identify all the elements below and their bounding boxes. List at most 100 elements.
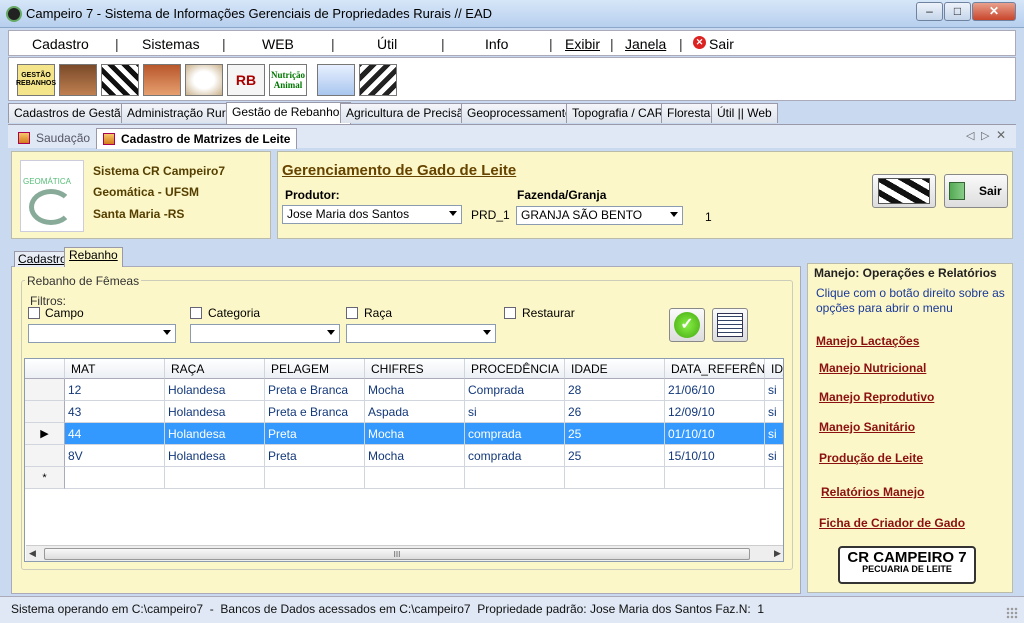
femeas-group-label: Rebanho de Fêmeas	[25, 274, 142, 288]
raca-label: Raça	[364, 306, 393, 320]
col-pelagem[interactable]: PELAGEM	[265, 359, 365, 379]
row-header[interactable]	[25, 401, 65, 423]
sair-button[interactable]: Sair	[944, 174, 1008, 208]
produtor-label: Produtor:	[285, 188, 340, 202]
raca-select[interactable]	[346, 324, 496, 343]
chicken-icon[interactable]	[185, 64, 223, 96]
col-id[interactable]: ID_	[765, 359, 783, 379]
link-manejo-sanitario[interactable]: Manejo Sanitário	[819, 420, 915, 434]
new-row-header[interactable]: *	[25, 467, 65, 489]
link-manejo-reprodutivo[interactable]: Manejo Reprodutivo	[819, 390, 934, 404]
categoria-checkbox[interactable]	[190, 307, 202, 319]
link-ficha-criador[interactable]: Ficha de Criador de Gado	[819, 516, 965, 530]
org-panel: GEOMÁTICA Sistema CR Campeiro7 Geomática…	[11, 151, 271, 239]
tab-topografia-car[interactable]: Topografia / CAR	[566, 103, 670, 123]
horizontal-scrollbar[interactable]: ◀ III ▶	[26, 545, 783, 561]
org-line-1: Sistema CR Campeiro7	[93, 164, 226, 178]
close-button[interactable]: ✕	[972, 2, 1016, 21]
network-icon[interactable]	[317, 64, 355, 96]
holstein-icon[interactable]	[359, 64, 397, 96]
tab-scroll-left-icon[interactable]: ◁	[966, 129, 974, 142]
scroll-left-icon[interactable]: ◀	[29, 548, 36, 559]
tab-agricultura-de-precisao[interactable]: Agricultura de Precisão	[340, 103, 477, 123]
link-producao-de-leite[interactable]: Produção de Leite	[819, 451, 923, 465]
subtab-cadastro[interactable]: Cadastro	[14, 251, 71, 267]
nutricao-animal-button[interactable]: Nutrição Animal	[269, 64, 307, 96]
pig-icon[interactable]	[143, 64, 181, 96]
tab-gestao-de-rebanhos[interactable]: Gestão de Rebanhos	[226, 102, 352, 124]
report-button[interactable]	[712, 308, 748, 342]
scroll-right-icon[interactable]: ▶	[774, 548, 781, 559]
col-data-referencia[interactable]: DATA_REFERÊNCIA	[665, 359, 765, 379]
scroll-thumb[interactable]: III	[44, 548, 750, 560]
maximize-button[interactable]: □	[944, 2, 971, 21]
fazenda-number: 1	[705, 210, 712, 224]
link-relatorios-manejo[interactable]: Relatórios Manejo	[821, 485, 924, 499]
tab-close-icon[interactable]: ✕	[996, 128, 1006, 142]
menu-exibir[interactable]: Exibir	[565, 36, 600, 52]
col-chifres[interactable]: CHIFRES	[365, 359, 465, 379]
tab-administracao-rural[interactable]: Administração Rural	[121, 103, 242, 123]
restaurar-checkbox[interactable]	[504, 307, 516, 319]
rb-icon[interactable]: RB	[227, 64, 265, 96]
fazenda-label: Fazenda/Granja	[517, 188, 607, 202]
minimize-button[interactable]: –	[916, 2, 943, 21]
cattle-beef-icon[interactable]	[59, 64, 97, 96]
geomatica-logo: GEOMÁTICA	[20, 160, 84, 232]
col-procedencia[interactable]: PROCEDÊNCIA	[465, 359, 565, 379]
col-mat[interactable]: MAT	[65, 359, 165, 379]
menu-util[interactable]: Útil	[377, 36, 397, 52]
form-icon	[103, 133, 115, 145]
menu-cadastro[interactable]: Cadastro	[32, 36, 89, 52]
matrizes-grid: MAT RAÇA PELAGEM CHIFRES PROCEDÊNCIA IDA…	[24, 358, 784, 562]
exit-icon: ✕	[693, 36, 706, 49]
cow-photo-button[interactable]	[872, 174, 936, 208]
toolbar: GESTÃO REBANHOS RB Nutrição Animal	[8, 57, 1016, 101]
campo-checkbox[interactable]	[28, 307, 40, 319]
tab-cadastros-de-gestao[interactable]: Cadastros de Gestão	[8, 103, 134, 123]
document-tabs: Saudação Cadastro de Matrizes de Leite ◁…	[8, 124, 1016, 149]
tab-util-web[interactable]: Útil || Web	[711, 103, 778, 123]
tab-geoprocessamento[interactable]: Geoprocessamento	[461, 103, 578, 123]
sidebar-hint: Clique com o botão direito sobre as opçõ…	[816, 286, 1005, 315]
produtor-select[interactable]: Jose Maria dos Santos	[282, 205, 462, 224]
sidebar-title: Manejo: Operações e Relatórios	[814, 266, 997, 280]
dairy-cow-icon[interactable]	[101, 64, 139, 96]
campo-select[interactable]	[28, 324, 176, 343]
fazenda-select[interactable]: GRANJA SÃO BENTO	[516, 206, 683, 225]
check-icon: ✓	[674, 312, 700, 338]
restaurar-label: Restaurar	[522, 306, 575, 320]
tab-scroll-right-icon[interactable]: ▷	[981, 129, 989, 142]
org-line-2: Geomática - UFSM	[93, 185, 200, 199]
menu-web[interactable]: WEB	[262, 36, 294, 52]
col-raca[interactable]: RAÇA	[165, 359, 265, 379]
link-manejo-lactacoes[interactable]: Manejo Lactações	[816, 334, 919, 348]
header-panel: Gerenciamento de Gado de Leite Produtor:…	[277, 151, 1013, 239]
org-line-3: Santa Maria -RS	[93, 207, 185, 221]
row-header[interactable]	[25, 379, 65, 401]
raca-checkbox[interactable]	[346, 307, 358, 319]
row-header[interactable]	[25, 445, 65, 467]
campo-label: Campo	[45, 306, 84, 320]
apply-filter-button[interactable]: ✓	[669, 308, 705, 342]
menu-janela[interactable]: Janela	[625, 36, 666, 52]
categoria-select[interactable]	[190, 324, 340, 343]
col-idade[interactable]: IDADE	[565, 359, 665, 379]
status-bar: Sistema operando em C:\campeiro7 - Banco…	[0, 596, 1024, 623]
doctab-cadastro-matrizes[interactable]: Cadastro de Matrizes de Leite	[96, 128, 298, 149]
menu-info[interactable]: Info	[485, 36, 508, 52]
menu-bar: Cadastro | Sistemas | WEB | Útil | Info …	[8, 30, 1016, 56]
link-manejo-nutricional[interactable]: Manejo Nutricional	[819, 361, 926, 375]
gestao-rebanhos-button[interactable]: GESTÃO REBANHOS	[16, 64, 56, 96]
subtab-rebanho[interactable]: Rebanho	[64, 247, 123, 267]
resize-grip-icon[interactable]	[1006, 607, 1018, 619]
status-text: Sistema operando em C:\campeiro7 - Banco…	[11, 602, 765, 616]
title-bar: Campeiro 7 - Sistema de Informações Gere…	[0, 0, 1024, 28]
doctab-saudacao[interactable]: Saudação	[12, 128, 96, 149]
prd-code: PRD_1	[471, 208, 510, 222]
menu-sistemas[interactable]: Sistemas	[142, 36, 200, 52]
app-icon	[6, 6, 22, 22]
row-header-current[interactable]: ▶	[25, 423, 65, 445]
menu-sair[interactable]: Sair	[709, 36, 734, 52]
form-icon	[18, 132, 30, 144]
